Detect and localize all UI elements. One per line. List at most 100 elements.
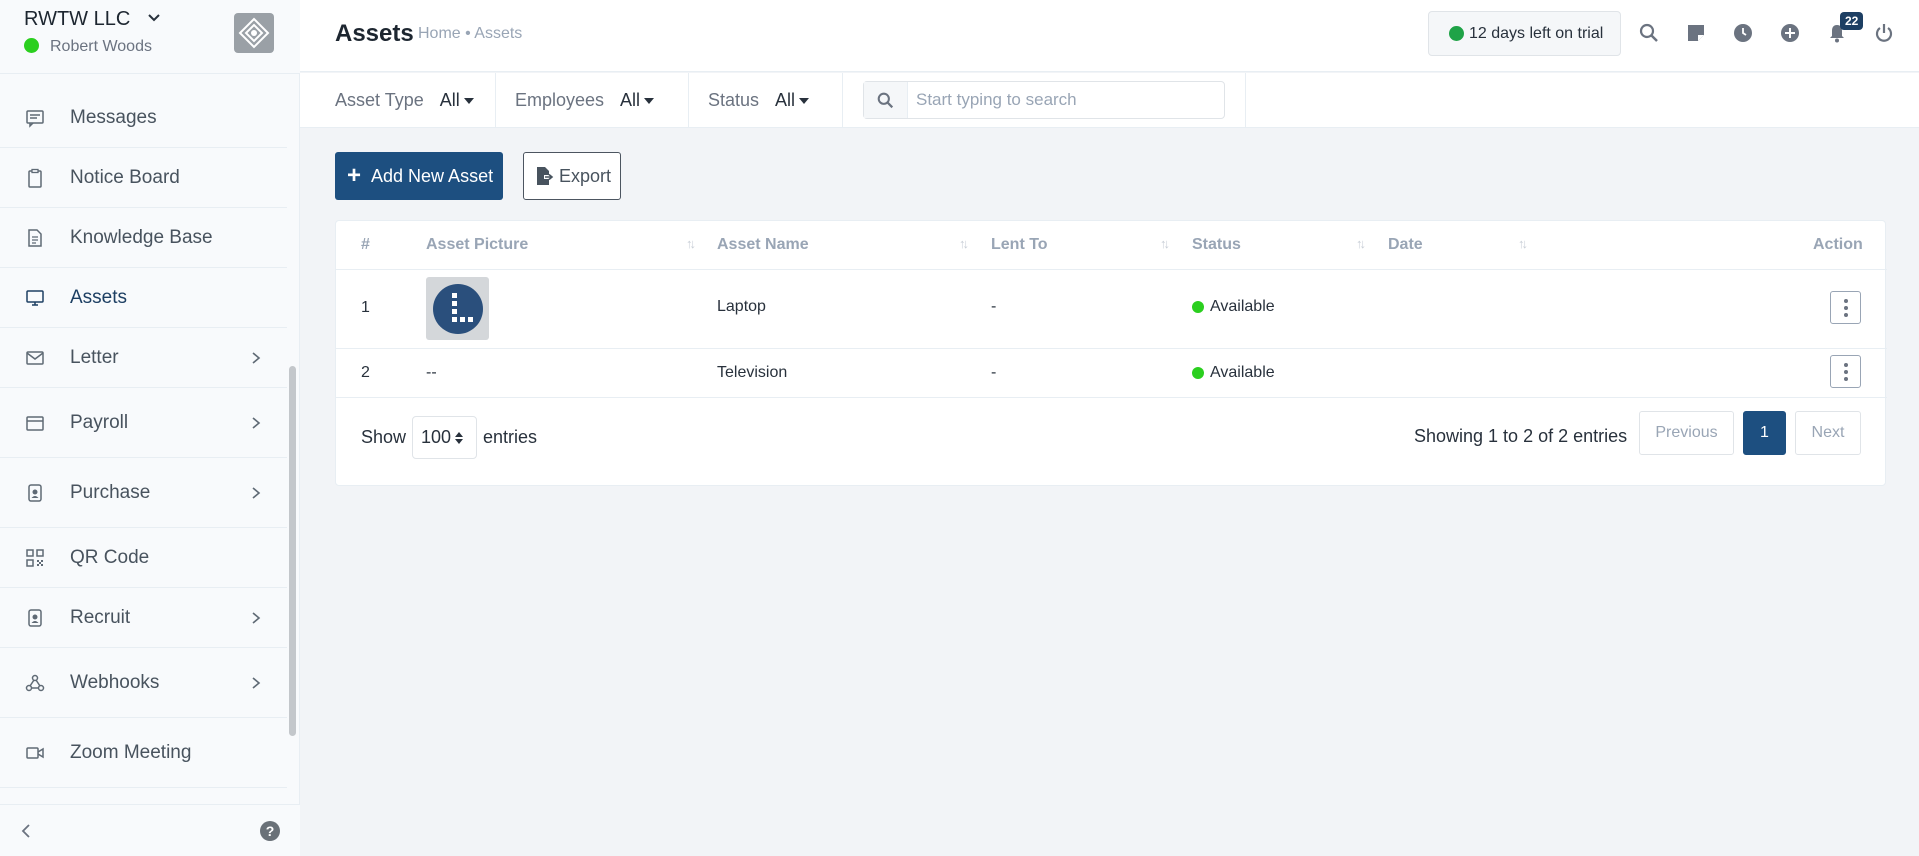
sort-icon[interactable]: ↑↓ — [959, 236, 969, 251]
column-header-status[interactable]: Status — [1192, 221, 1241, 269]
asset-thumbnail[interactable] — [426, 277, 489, 340]
asset-name[interactable]: Laptop — [717, 298, 766, 316]
column-header-label: Status — [1192, 236, 1241, 253]
sticky-note-icon[interactable] — [1685, 22, 1707, 44]
row-action-menu-button[interactable] — [1830, 355, 1861, 388]
file-export-icon — [537, 167, 554, 185]
chevron-left-icon[interactable] — [18, 823, 34, 839]
badge-icon — [24, 482, 46, 504]
filter-value: All — [775, 90, 796, 110]
sort-icon[interactable]: ↑↓ — [1518, 236, 1528, 251]
sidebar-footer: ? — [0, 804, 300, 856]
page-1-button[interactable]: 1 — [1743, 411, 1786, 455]
column-header-date[interactable]: Date — [1388, 221, 1423, 269]
page-length-control: Show 100 entries — [361, 416, 537, 459]
sidebar-item-assets[interactable]: Assets — [0, 268, 287, 328]
lent-to: - — [991, 364, 997, 381]
sidebar-item-zoom-meeting[interactable]: Zoom Meeting — [0, 718, 287, 788]
sidebar-item-recruit[interactable]: Recruit — [0, 588, 287, 648]
page-length-select[interactable]: 100 — [412, 416, 478, 459]
trial-text: 12 days left on trial — [1469, 24, 1604, 42]
next-page-button[interactable]: Next — [1795, 411, 1861, 455]
power-icon[interactable] — [1873, 22, 1895, 44]
trial-badge[interactable]: 12 days left on trial — [1428, 11, 1621, 56]
column-header-asset-name[interactable]: Asset Name — [717, 221, 809, 269]
breadcrumb[interactable]: Home • Assets — [418, 25, 522, 43]
column-header-lent-to[interactable]: Lent To — [991, 221, 1048, 269]
previous-page-button[interactable]: Previous — [1639, 411, 1734, 455]
filter-value: All — [620, 90, 641, 110]
chevron-right-icon — [252, 611, 261, 624]
add-button-label: Add New Asset — [371, 165, 494, 186]
online-status-dot — [24, 38, 39, 53]
status-dot — [1192, 301, 1204, 313]
asset-type-dropdown[interactable]: All — [440, 90, 474, 111]
sidebar-item-label: Messages — [70, 106, 157, 128]
asset-name[interactable]: Television — [717, 364, 787, 382]
column-header-label: Date — [1388, 236, 1423, 253]
sidebar-item-payroll[interactable]: Payroll — [0, 388, 287, 458]
search-icon[interactable] — [1638, 22, 1660, 44]
assets-table-card: # Asset Picture ↑↓ Asset Name ↑↓ Lent To… — [335, 220, 1887, 486]
sort-icon[interactable]: ↑↓ — [686, 236, 696, 251]
entries-label: entries — [483, 427, 538, 447]
envelope-icon — [24, 347, 46, 369]
status-dropdown[interactable]: All — [775, 90, 810, 111]
company-name[interactable]: RWTW LLC — [24, 8, 130, 31]
sidebar-item-webhooks[interactable]: Webhooks — [0, 648, 287, 718]
clipboard-icon — [24, 167, 46, 189]
sidebar-item-knowledge-base[interactable]: Knowledge Base — [0, 208, 287, 268]
sidebar-item-qr-code[interactable]: QR Code — [0, 528, 287, 588]
search-input[interactable] — [908, 90, 1208, 110]
sidebar-item-label: Assets — [70, 286, 128, 308]
sidebar-item-label: Recruit — [70, 606, 131, 628]
top-header: Assets Home • Assets 12 days left on tri… — [300, 0, 1919, 72]
asset-picture-empty: -- — [426, 364, 437, 381]
column-header-label: Asset Name — [717, 236, 809, 253]
export-button[interactable]: Export — [523, 152, 621, 200]
sidebar-item-purchase[interactable]: Purchase — [0, 458, 287, 528]
laptop-image-icon — [432, 283, 483, 334]
filter-divider — [1245, 73, 1246, 128]
sidebar-item-notice-board[interactable]: Notice Board — [0, 148, 287, 208]
company-logo — [234, 13, 274, 53]
employees-filter[interactable]: Employees All — [496, 73, 689, 128]
id-card-icon — [24, 607, 46, 629]
table-info: Showing 1 to 2 of 2 entries — [1414, 426, 1628, 446]
monitor-icon — [24, 287, 46, 309]
status-badge: Available — [1192, 364, 1275, 382]
row-action-menu-button[interactable] — [1830, 291, 1861, 324]
chevron-right-icon — [252, 676, 261, 689]
asset-type-filter[interactable]: Asset Type All — [300, 73, 496, 128]
help-icon[interactable]: ? — [260, 821, 280, 841]
sidebar-item-messages[interactable]: Messages — [0, 88, 287, 148]
sidebar-header: RWTW LLC Robert Woods — [0, 0, 300, 74]
add-circle-icon[interactable] — [1779, 22, 1801, 44]
page-length-value: 100 — [421, 427, 452, 447]
page-title: Assets — [335, 20, 414, 47]
employees-dropdown[interactable]: All — [620, 90, 655, 111]
sidebar-item-label: Webhooks — [70, 671, 160, 693]
sidebar-item-label: Notice Board — [70, 166, 180, 188]
video-icon — [24, 742, 46, 764]
chevron-down-icon[interactable] — [146, 10, 162, 26]
row-number: 1 — [361, 299, 370, 316]
add-new-asset-button[interactable]: + Add New Asset — [335, 152, 503, 200]
sort-icon[interactable]: ↑↓ — [1160, 236, 1170, 251]
filter-bar: Asset Type All Employees All Status All — [300, 73, 1919, 128]
column-header-asset-picture[interactable]: Asset Picture — [426, 221, 528, 269]
caret-down-icon — [799, 97, 810, 104]
clock-icon[interactable] — [1732, 22, 1754, 44]
table-row: 2 -- Television - Available — [336, 348, 1887, 398]
show-label: Show — [361, 427, 407, 447]
sidebar-item-letter[interactable]: Letter — [0, 328, 287, 388]
plus-icon: + — [347, 162, 362, 189]
chevron-right-icon — [252, 486, 261, 499]
status-filter[interactable]: Status All — [689, 73, 843, 128]
sidebar-scrollbar-thumb[interactable] — [289, 366, 296, 736]
sidebar-item-label: Purchase — [70, 481, 151, 503]
chevron-right-icon — [252, 351, 261, 364]
sidebar-item-label: Zoom Meeting — [70, 741, 192, 763]
status-text: Available — [1210, 298, 1275, 315]
sort-icon[interactable]: ↑↓ — [1356, 236, 1366, 251]
